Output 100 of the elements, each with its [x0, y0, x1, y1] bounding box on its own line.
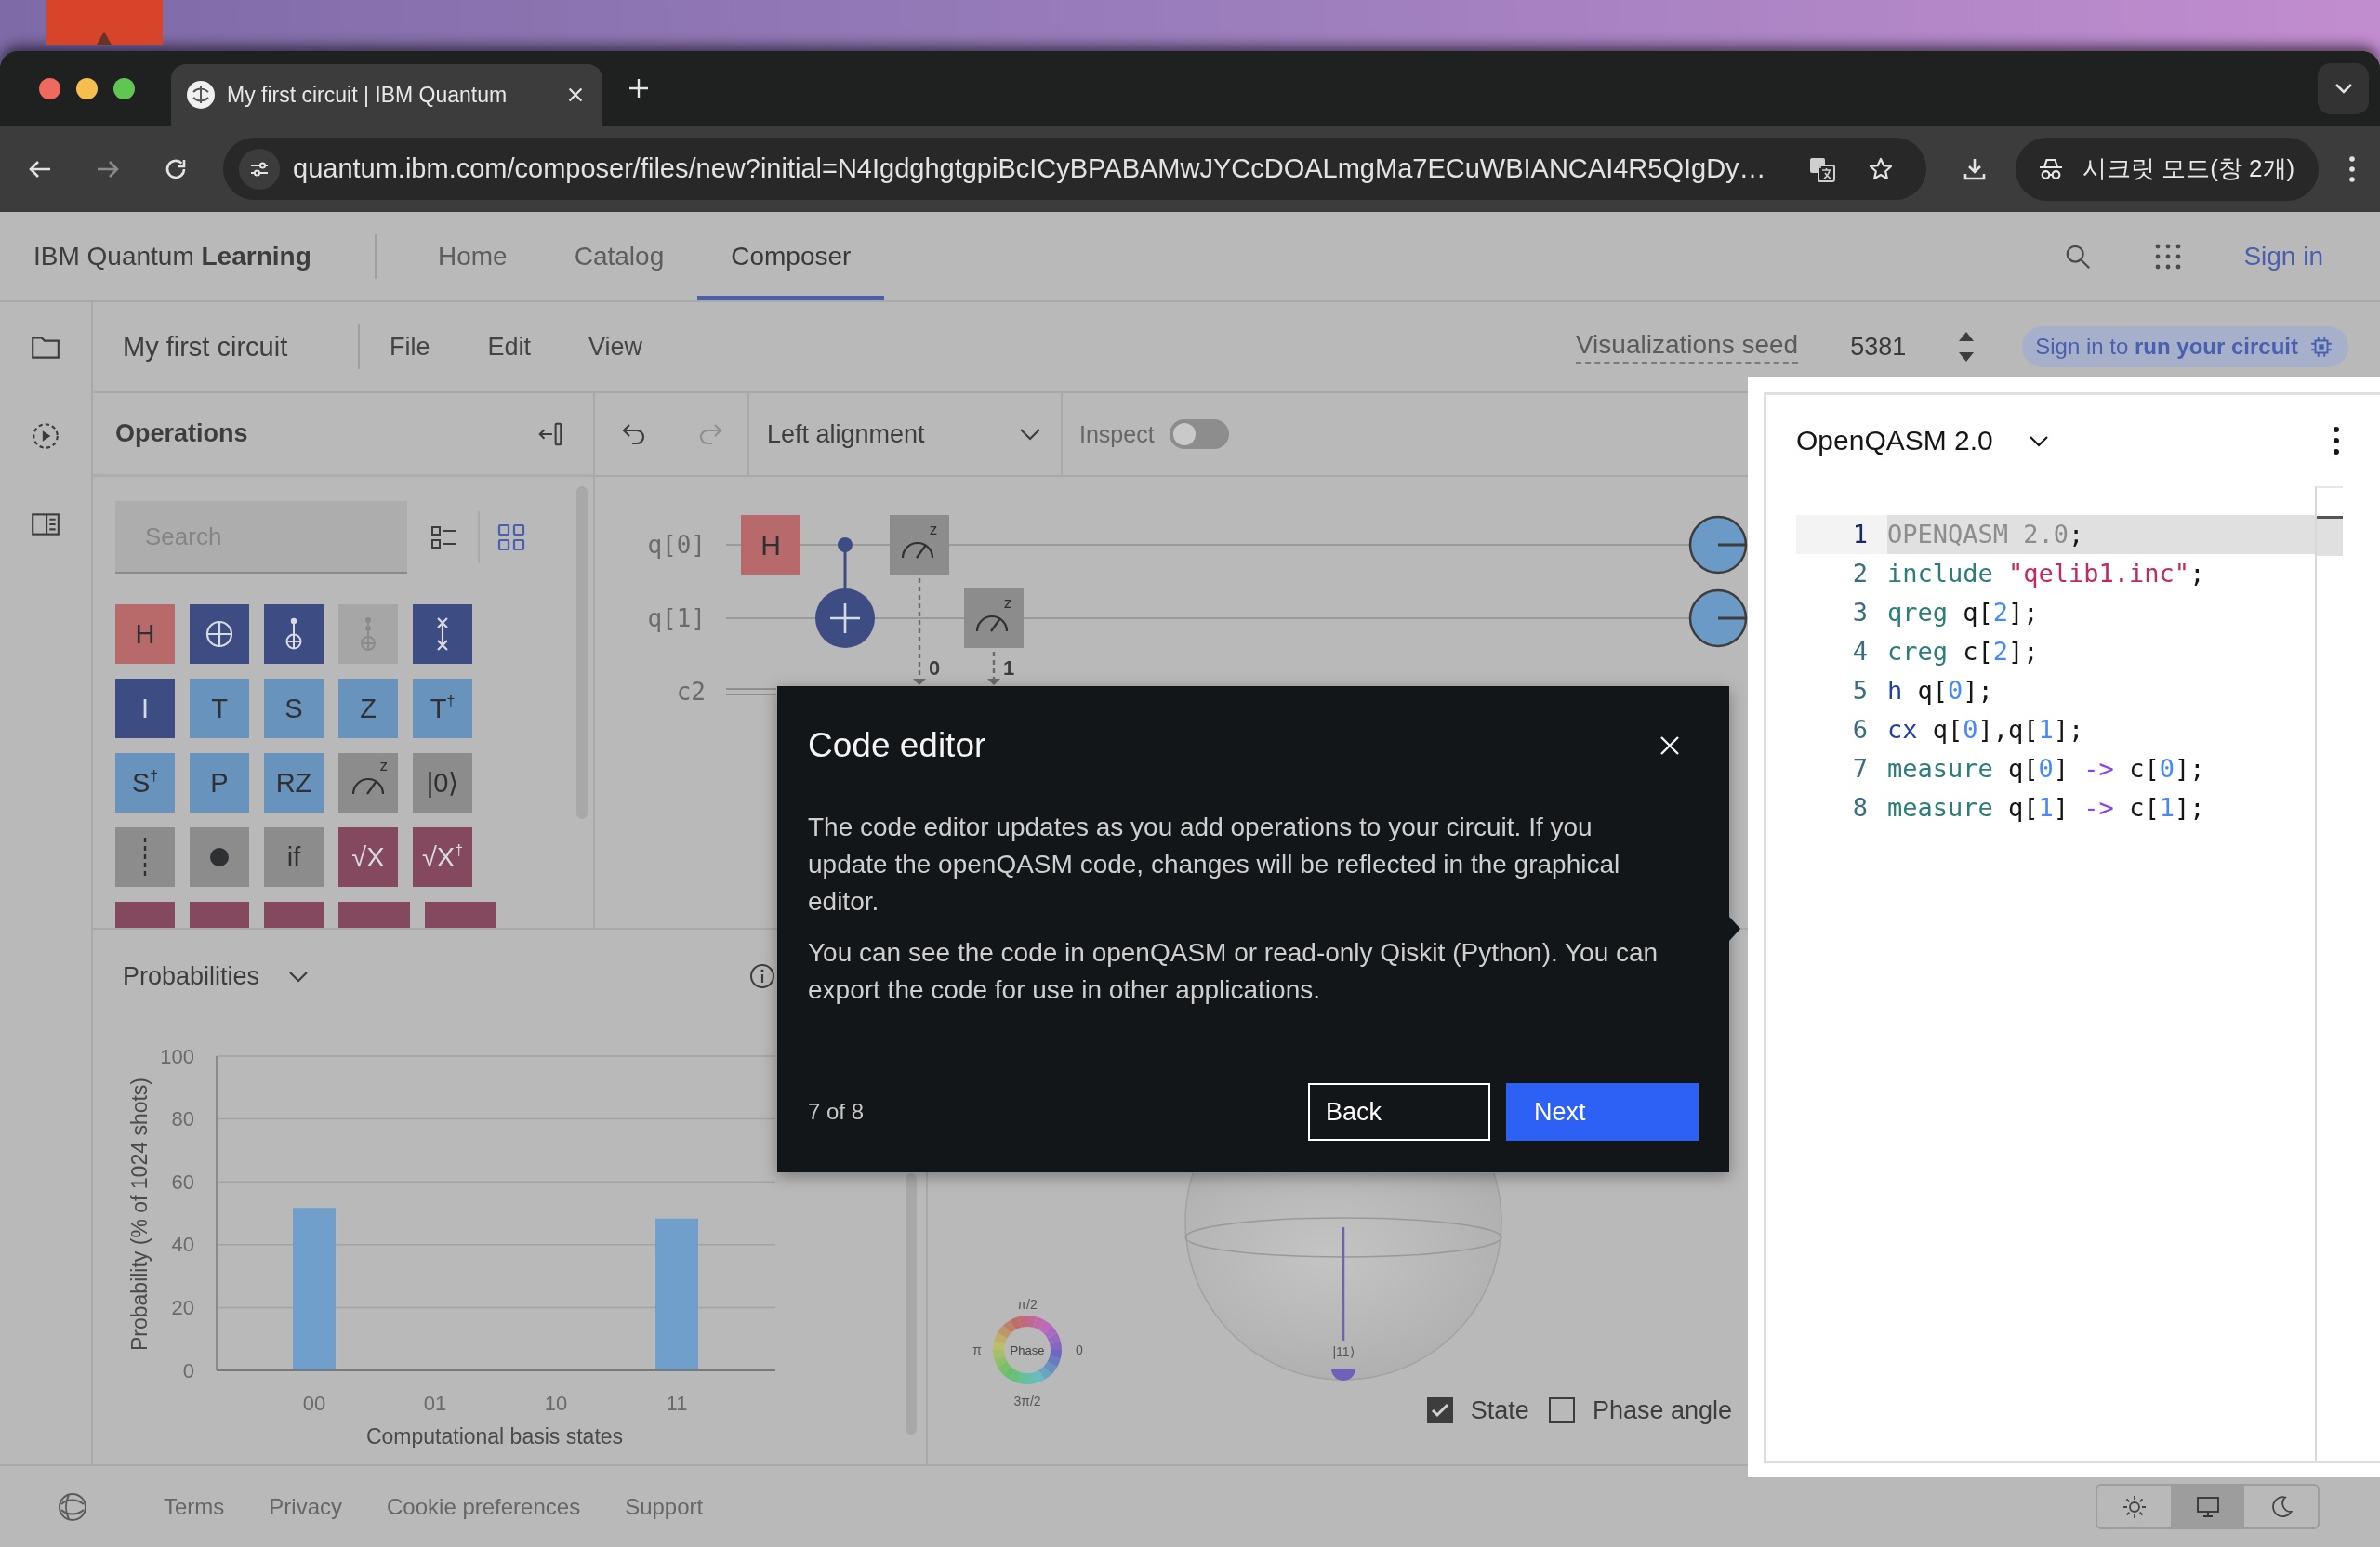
probabilities-dropdown[interactable]: Probabilities — [123, 961, 311, 991]
inspect-label: Inspect — [1079, 420, 1155, 448]
measure-gate[interactable]: z — [964, 588, 1024, 648]
close-icon[interactable] — [1659, 734, 1681, 757]
more-icon[interactable] — [2348, 154, 2357, 183]
dashed-connector — [987, 652, 1000, 685]
measure-gate[interactable]: z — [890, 515, 949, 575]
next-button[interactable]: Next — [1506, 1083, 1699, 1141]
gate-tile[interactable] — [264, 902, 324, 928]
dialog-text: The code editor updates as you add operations to your circuit. If you update the openQASM code, changes will be reflected in the graphical editor. — [808, 812, 1621, 918]
code-line[interactable]: include "qelib1.inc"; — [1887, 554, 2315, 593]
gate-tile[interactable]: √X — [338, 827, 398, 887]
gate-tile[interactable]: RZ — [264, 753, 324, 813]
gate-tile[interactable] — [425, 902, 496, 928]
line-number: 1 — [1796, 515, 1887, 554]
app-icon — [46, 0, 163, 45]
code-line[interactable]: measure q[1] -> c[1]; — [1887, 788, 2315, 827]
gate-tile[interactable] — [190, 902, 249, 928]
code-line[interactable]: measure q[0] -> c[0]; — [1887, 749, 2315, 788]
nav-tab[interactable]: Catalog — [540, 212, 698, 300]
tab-search-button[interactable] — [2318, 62, 2369, 114]
gate-tile[interactable] — [338, 902, 410, 928]
gate-tile[interactable] — [264, 604, 324, 664]
phase-disk-icon[interactable] — [1688, 515, 1748, 575]
address-bar[interactable]: quantum.ibm.com/composer/files/new?initial=N4IgdghgtgpiBcICyBPABAMwJYCcDOALmgMa7ECuWBIANCAI4R5QIgDy… — [223, 138, 1926, 200]
back-button[interactable]: Back — [1308, 1083, 1490, 1141]
gate-tile[interactable]: z — [338, 753, 398, 813]
code-line[interactable]: cx q[0],q[1]; — [1887, 710, 2315, 749]
sign-in-link[interactable]: Sign in — [2243, 241, 2323, 271]
checkbox[interactable] — [1548, 1397, 1575, 1423]
run-button[interactable]: Sign in to run your circuit — [2022, 326, 2348, 367]
phase-tick-label: π/2 — [1017, 1297, 1038, 1312]
gate-tile[interactable] — [413, 604, 472, 664]
nav-tab[interactable]: Composer — [697, 212, 885, 300]
menu-item[interactable]: View — [588, 332, 643, 362]
footer-link[interactable]: Privacy — [269, 1493, 343, 1520]
line-number: 6 — [1851, 714, 1869, 746]
window-zoom-button[interactable] — [113, 77, 135, 99]
line-number: 3 — [1851, 597, 1869, 628]
qubit-label: q[0] — [647, 531, 706, 559]
inspect-toggle[interactable] — [1169, 419, 1229, 449]
gate-tile[interactable] — [190, 604, 249, 664]
tick-label: 11 — [666, 1391, 688, 1415]
chevron-down-icon — [2027, 434, 2050, 447]
gate-tile[interactable]: H — [115, 604, 175, 664]
footer-link[interactable]: Cookie preferences — [387, 1493, 581, 1520]
code-line[interactable]: qreg q[2]; — [1887, 593, 2315, 632]
menu-item[interactable]: File — [390, 332, 430, 362]
apps-grid-icon[interactable] — [2154, 242, 2183, 271]
code-line[interactable]: creg c[2]; — [1887, 632, 2315, 671]
gate-tile[interactable]: √X$^{†}$ — [413, 827, 472, 887]
gate-tile[interactable]: T — [190, 679, 249, 738]
nav-tab[interactable]: Home — [404, 212, 541, 300]
scrollbar[interactable] — [906, 1173, 917, 1435]
circuit-gate[interactable]: H — [741, 515, 800, 575]
window-close-button[interactable] — [39, 77, 60, 99]
info-icon[interactable] — [749, 963, 775, 989]
circuit-title[interactable]: My first circuit — [93, 331, 358, 363]
gate-tile[interactable]: S$^{†}$ — [115, 753, 175, 813]
chevron-down-icon — [1018, 427, 1042, 442]
brand-title[interactable]: IBM Quantum Learning — [0, 241, 375, 271]
incognito-button[interactable]: 시크릿 모드(창 2개) — [2016, 137, 2320, 201]
meter-icon — [975, 615, 1009, 632]
logo-icon — [186, 80, 216, 110]
alignment-dropdown[interactable]: Left alignment — [747, 393, 1063, 475]
line-number: 4 — [1851, 636, 1869, 668]
seed-value[interactable]: 5381 — [1850, 332, 1907, 362]
site-settings-button[interactable] — [239, 148, 280, 190]
gate-tile[interactable]: I — [115, 679, 175, 738]
gate-tile[interactable]: Z — [338, 679, 398, 738]
footer-link[interactable]: Terms — [164, 1493, 225, 1520]
gate-tile[interactable]: |0⟩ — [413, 753, 472, 813]
theme-option[interactable] — [2171, 1486, 2244, 1527]
gate-tile[interactable]: P — [190, 753, 249, 813]
history-icon[interactable] — [30, 420, 61, 452]
star-icon[interactable] — [1868, 155, 1894, 182]
gate-tile[interactable]: if — [264, 827, 324, 887]
browser-tab[interactable]: My first circuit | IBM Quantum — [171, 64, 602, 126]
gate-tile[interactable]: S — [264, 679, 324, 738]
phase-disk-icon[interactable] — [1688, 588, 1748, 648]
gate-tile[interactable]: T$^{†}$ — [413, 679, 472, 738]
window-minimize-button[interactable] — [76, 77, 98, 99]
more-icon[interactable] — [2333, 426, 2340, 456]
phase-tick-label: π — [972, 1342, 982, 1357]
chip-icon — [2309, 335, 2334, 359]
plus-icon[interactable] — [628, 77, 650, 99]
stepper-icon[interactable] — [1957, 330, 1977, 364]
code-line[interactable]: h q[0]; — [1887, 671, 2315, 710]
tick-label: 0 — [182, 1358, 194, 1382]
tick-label: 00 — [302, 1391, 326, 1415]
grid-view-icon[interactable] — [496, 522, 526, 552]
gate-tile[interactable] — [115, 827, 175, 887]
panel-title: Operations — [115, 419, 248, 448]
menu-item[interactable]: Edit — [487, 332, 532, 362]
gate-tile[interactable] — [115, 902, 175, 928]
cnot-gate[interactable] — [815, 537, 875, 648]
language-dropdown[interactable]: OpenQASM 2.0 — [1796, 425, 2050, 456]
footer-link[interactable]: Support — [625, 1493, 704, 1520]
gate-tile[interactable] — [190, 827, 249, 887]
checkbox[interactable] — [1426, 1397, 1453, 1423]
